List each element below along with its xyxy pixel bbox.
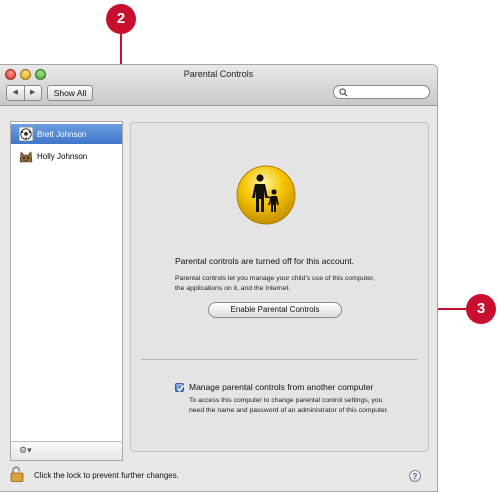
user-name: Brett Johnson xyxy=(37,129,87,139)
back-button[interactable]: ◀ xyxy=(7,86,25,100)
remote-management-checkbox[interactable] xyxy=(175,383,185,392)
search-input[interactable] xyxy=(333,85,430,99)
callout-2: 2 xyxy=(106,4,136,34)
callout-3: 3 xyxy=(466,294,496,324)
window-title: Parental Controls xyxy=(183,69,254,79)
remote-management-description: To access this computer to change parent… xyxy=(189,397,389,414)
status-text: Parental controls are turned off for thi… xyxy=(175,256,354,266)
user-item-brett-johnson[interactable]: Brett Johnson xyxy=(11,124,122,144)
remote-management-label[interactable]: Manage parental controls from another co… xyxy=(189,382,373,392)
parent-child-icon xyxy=(236,165,296,225)
search-icon xyxy=(339,88,348,97)
show-all-button[interactable]: Show All xyxy=(47,85,93,101)
soccer-ball-icon xyxy=(19,127,33,141)
user-list: Brett Johnson Holly Johnson ⚙▾ xyxy=(10,121,123,461)
preferences-window: Parental Controls ◀ ▶ Show All Brett Joh… xyxy=(0,64,438,492)
settings-panel: Parental controls are turned off for thi… xyxy=(130,122,429,452)
enable-parental-controls-button[interactable]: Enable Parental Controls xyxy=(208,302,342,318)
lock-text: Click the lock to prevent further change… xyxy=(34,471,179,480)
user-name: Holly Johnson xyxy=(37,151,88,161)
sidebar-footer: ⚙▾ xyxy=(11,441,122,460)
description-text: Parental controls let you manage your ch… xyxy=(175,275,375,292)
checkmark-icon xyxy=(176,385,185,392)
forward-button[interactable]: ▶ xyxy=(25,86,42,100)
lock-icon[interactable] xyxy=(10,466,24,482)
gear-menu-icon[interactable]: ⚙▾ xyxy=(19,445,32,456)
divider xyxy=(141,359,418,360)
title-bar: Parental Controls ◀ ▶ Show All xyxy=(0,65,437,106)
help-button[interactable]: ? xyxy=(409,470,421,482)
user-item-holly-johnson[interactable]: Holly Johnson xyxy=(11,146,122,166)
back-forward-control: ◀ ▶ xyxy=(6,85,42,101)
cat-icon xyxy=(19,151,33,163)
